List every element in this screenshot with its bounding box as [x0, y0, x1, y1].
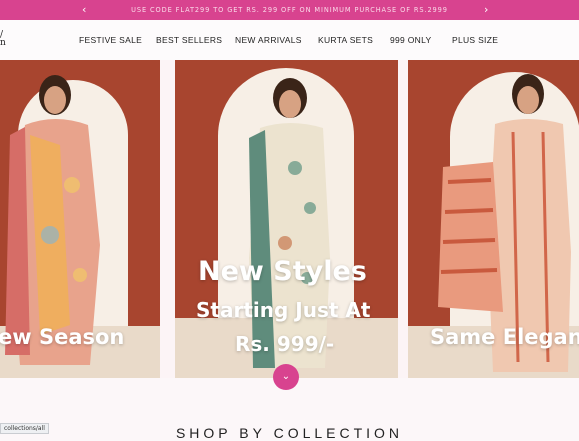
logo-fragment: n: [0, 38, 6, 48]
hero-slide-3[interactable]: Same Elegan: [408, 60, 579, 378]
promo-bar: ‹ USE CODE FLAT299 TO GET RS. 299 OFF ON…: [0, 0, 579, 20]
hero-slide-1[interactable]: ew Season: [0, 60, 160, 378]
slide-caption: ew Season: [0, 325, 125, 349]
hero-price: Rs. 999/-: [235, 332, 335, 356]
hero-slide-2[interactable]: New Styles Starting Just At Rs. 999/-: [175, 60, 398, 378]
main-nav: / n FESTIVE SALE BEST SELLERS NEW ARRIVA…: [0, 20, 579, 60]
nav-item-kurta-sets[interactable]: KURTA SETS: [318, 20, 373, 60]
hero-carousel[interactable]: y n ew Season: [0, 60, 579, 378]
nav-item-plus-size[interactable]: PLUS SIZE: [452, 20, 498, 60]
nav-item-festive-sale[interactable]: FESTIVE SALE: [79, 20, 142, 60]
hero-subline: Starting Just At: [196, 298, 371, 322]
status-link-tooltip: collections/all: [0, 423, 49, 434]
nav-item-999-only[interactable]: 999 ONLY: [390, 20, 431, 60]
hero-headline: New Styles: [198, 256, 367, 287]
promo-text: USE CODE FLAT299 TO GET RS. 299 OFF ON M…: [131, 6, 448, 14]
chevron-down-icon: ⌄: [281, 371, 291, 382]
nav-item-best-sellers[interactable]: BEST SELLERS: [156, 20, 222, 60]
chevron-right-icon[interactable]: ›: [484, 0, 488, 20]
scroll-down-button[interactable]: ⌄: [273, 364, 299, 390]
section-title: SHOP BY COLLECTION: [175, 425, 404, 441]
nav-item-new-arrivals[interactable]: NEW ARRIVALS: [235, 20, 302, 60]
slide-caption: Same Elegan: [430, 325, 579, 349]
logo[interactable]: / n: [0, 31, 6, 48]
